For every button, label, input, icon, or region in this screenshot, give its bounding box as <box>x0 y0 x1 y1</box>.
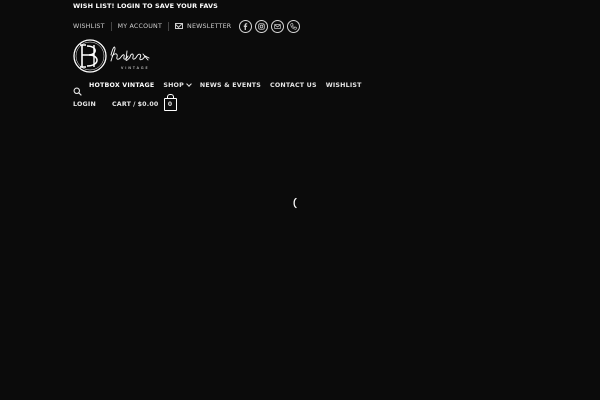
newsletter-link[interactable]: NEWSLETTER <box>175 23 231 30</box>
login-link[interactable]: LOGIN <box>73 101 96 108</box>
nav-item-news-events[interactable]: NEWS & EVENTS <box>200 82 261 89</box>
social-icons <box>239 19 303 33</box>
phone-icon[interactable] <box>287 19 301 33</box>
nav-item-wishlist[interactable]: WISHLIST <box>326 82 362 89</box>
nav-item-shop[interactable]: SHOP <box>163 81 192 89</box>
page: WISH LIST! LOGIN TO SAVE YOUR FAVS WISHL… <box>0 0 600 400</box>
loading-spinner-icon <box>290 194 300 209</box>
mail-icon <box>175 23 184 29</box>
chevron-down-icon <box>186 81 192 87</box>
newsletter-label: NEWSLETTER <box>187 22 232 30</box>
divider <box>168 21 170 31</box>
my-account-link[interactable]: MY ACCOUNT <box>118 23 162 30</box>
divider <box>110 21 112 31</box>
instagram-icon[interactable] <box>255 19 269 33</box>
search-icon[interactable] <box>73 81 82 96</box>
cart-label: CART <box>111 100 132 108</box>
svg-text:VINTAGE: VINTAGE <box>121 66 150 70</box>
nav-item-hotbox-vintage[interactable]: HOTBOX VINTAGE <box>89 82 154 89</box>
nav-item-shop-label: SHOP <box>163 81 184 89</box>
nav-item-contact-us[interactable]: CONTACT US <box>270 82 317 89</box>
cart-total: $0.00 <box>137 100 159 108</box>
email-icon[interactable] <box>271 19 285 33</box>
account-row: LOGIN CART / $0.00 0 <box>73 93 177 111</box>
wishlist-link[interactable]: WISHLIST <box>73 23 105 30</box>
facebook-icon[interactable] <box>239 19 253 33</box>
secondary-nav: WISHLIST MY ACCOUNT NEWSLETTER <box>73 17 303 35</box>
hotbox-vintage-logo[interactable]: VINTAGE <box>73 39 173 75</box>
cart-link[interactable]: CART / $0.00 0 <box>111 93 177 111</box>
cart-separator: / <box>133 100 136 108</box>
main-nav: HOTBOX VINTAGE SHOP NEWS & EVENTS CONTAC… <box>73 79 371 96</box>
cart-icon[interactable]: 0 <box>163 93 177 111</box>
cart-count: 0 <box>167 100 173 108</box>
top-bar-message: WISH LIST! LOGIN TO SAVE YOUR FAVS <box>73 2 218 10</box>
